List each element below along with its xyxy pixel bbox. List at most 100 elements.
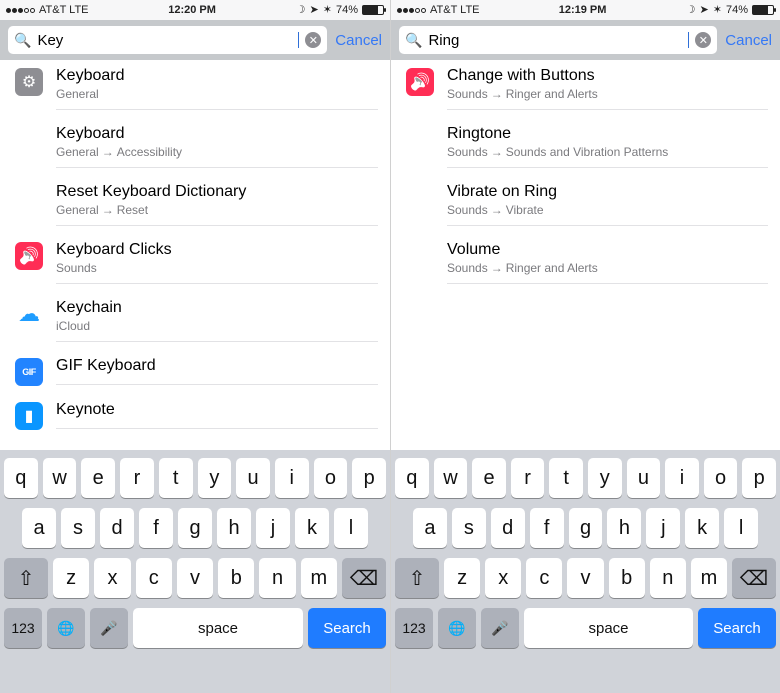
key-u[interactable]: u xyxy=(627,458,661,498)
result-row[interactable]: Vibrate on RingSounds→Vibrate xyxy=(391,176,780,234)
key-j[interactable]: j xyxy=(256,508,290,548)
key-m[interactable]: m xyxy=(301,558,337,598)
key-globe[interactable]: 🌐 xyxy=(47,608,85,648)
key-e[interactable]: e xyxy=(81,458,115,498)
bluetooth-icon: ✶ xyxy=(713,5,722,16)
battery-pct: 74% xyxy=(336,4,358,16)
key-s[interactable]: s xyxy=(452,508,486,548)
key-z[interactable]: z xyxy=(53,558,89,598)
key-space[interactable]: space xyxy=(524,608,693,648)
key-e[interactable]: e xyxy=(472,458,506,498)
key-backspace[interactable]: ⌫ xyxy=(732,558,776,598)
key-p[interactable]: p xyxy=(352,458,386,498)
key-z[interactable]: z xyxy=(444,558,480,598)
result-row[interactable]: GIF Keyboard xyxy=(0,350,390,394)
key-y[interactable]: y xyxy=(588,458,622,498)
result-body: Keynote xyxy=(56,400,378,429)
key-v[interactable]: v xyxy=(567,558,603,598)
arrow-icon: → xyxy=(102,203,114,217)
key-w[interactable]: w xyxy=(434,458,468,498)
key-v[interactable]: v xyxy=(177,558,213,598)
key-a[interactable]: a xyxy=(413,508,447,548)
key-d[interactable]: d xyxy=(491,508,525,548)
cancel-button[interactable]: Cancel xyxy=(725,32,772,49)
key-mic[interactable]: 🎤 xyxy=(90,608,128,648)
key-shift[interactable]: ⇧ xyxy=(395,558,439,598)
key-o[interactable]: o xyxy=(704,458,738,498)
key-t[interactable]: t xyxy=(549,458,583,498)
key-l[interactable]: l xyxy=(724,508,758,548)
result-path-seg: Ringer and Alerts xyxy=(506,87,598,101)
result-title: Reset Keyboard Dictionary xyxy=(56,182,378,202)
key-w[interactable]: w xyxy=(43,458,77,498)
status-right: ☽➤✶74% xyxy=(686,4,774,16)
result-row[interactable]: KeychainiCloud xyxy=(0,292,390,350)
result-row[interactable]: KeyboardGeneral→Accessibility xyxy=(0,118,390,176)
result-row[interactable]: VolumeSounds→Ringer and Alerts xyxy=(391,234,780,292)
key-globe[interactable]: 🌐 xyxy=(438,608,476,648)
key-search[interactable]: Search xyxy=(308,608,386,648)
key-g[interactable]: g xyxy=(569,508,603,548)
key-mic[interactable]: 🎤 xyxy=(481,608,519,648)
text-caret xyxy=(688,32,689,48)
key-p[interactable]: p xyxy=(742,458,776,498)
key-j[interactable]: j xyxy=(646,508,680,548)
key-a[interactable]: a xyxy=(22,508,56,548)
clear-icon[interactable]: ✕ xyxy=(695,32,711,48)
key-n[interactable]: n xyxy=(650,558,686,598)
key-x[interactable]: x xyxy=(485,558,521,598)
key-c[interactable]: c xyxy=(526,558,562,598)
result-title: Change with Buttons xyxy=(447,66,768,86)
key-space[interactable]: space xyxy=(133,608,303,648)
key-o[interactable]: o xyxy=(314,458,348,498)
key-123[interactable]: 123 xyxy=(395,608,433,648)
key-q[interactable]: q xyxy=(395,458,429,498)
key-g[interactable]: g xyxy=(178,508,212,548)
key-s[interactable]: s xyxy=(61,508,95,548)
key-r[interactable]: r xyxy=(511,458,545,498)
key-i[interactable]: i xyxy=(665,458,699,498)
search-input[interactable]: 🔍Key✕ xyxy=(8,26,327,54)
result-body: VolumeSounds→Ringer and Alerts xyxy=(447,240,768,284)
search-input[interactable]: 🔍Ring✕ xyxy=(399,26,717,54)
result-row[interactable]: RingtoneSounds→Sounds and Vibration Patt… xyxy=(391,118,780,176)
key-123[interactable]: 123 xyxy=(4,608,42,648)
result-path: General→Reset xyxy=(56,203,378,217)
key-k[interactable]: k xyxy=(685,508,719,548)
key-b[interactable]: b xyxy=(218,558,254,598)
key-y[interactable]: y xyxy=(198,458,232,498)
result-row[interactable]: Keyboard ClicksSounds xyxy=(0,234,390,292)
result-row[interactable]: Reset Keyboard DictionaryGeneral→Reset xyxy=(0,176,390,234)
keyboard-row-4: 123🌐🎤spaceSearch xyxy=(4,608,386,648)
result-row[interactable]: KeyboardGeneral xyxy=(0,60,390,118)
key-c[interactable]: c xyxy=(136,558,172,598)
key-r[interactable]: r xyxy=(120,458,154,498)
key-f[interactable]: f xyxy=(530,508,564,548)
result-row[interactable]: Keynote xyxy=(0,394,390,438)
key-shift[interactable]: ⇧ xyxy=(4,558,48,598)
result-path-seg: General xyxy=(56,145,99,159)
key-h[interactable]: h xyxy=(217,508,251,548)
key-t[interactable]: t xyxy=(159,458,193,498)
key-b[interactable]: b xyxy=(609,558,645,598)
key-f[interactable]: f xyxy=(139,508,173,548)
clear-icon[interactable]: ✕ xyxy=(305,32,321,48)
key-x[interactable]: x xyxy=(94,558,130,598)
key-m[interactable]: m xyxy=(691,558,727,598)
key-backspace[interactable]: ⌫ xyxy=(342,558,386,598)
key-q[interactable]: q xyxy=(4,458,38,498)
key-search[interactable]: Search xyxy=(698,608,776,648)
result-body: Vibrate on RingSounds→Vibrate xyxy=(447,182,768,226)
key-u[interactable]: u xyxy=(236,458,270,498)
cancel-button[interactable]: Cancel xyxy=(335,32,382,49)
result-path: Sounds→Sounds and Vibration Patterns xyxy=(447,145,768,159)
key-l[interactable]: l xyxy=(334,508,368,548)
key-i[interactable]: i xyxy=(275,458,309,498)
key-k[interactable]: k xyxy=(295,508,329,548)
key-n[interactable]: n xyxy=(259,558,295,598)
key-d[interactable]: d xyxy=(100,508,134,548)
location-icon: ➤ xyxy=(700,5,709,16)
key-h[interactable]: h xyxy=(607,508,641,548)
gear-icon xyxy=(15,68,43,96)
result-row[interactable]: Change with ButtonsSounds→Ringer and Ale… xyxy=(391,60,780,118)
